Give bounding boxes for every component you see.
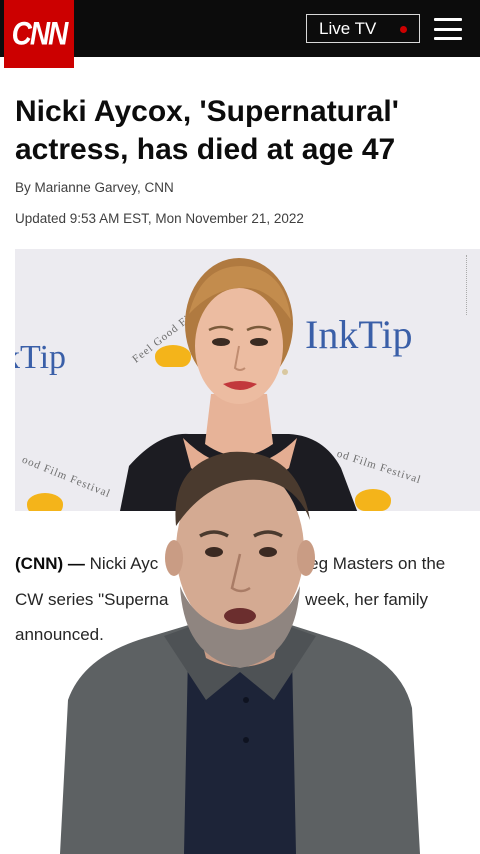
hamburger-icon[interactable] (434, 18, 462, 40)
article-headline: Nicki Aycox, 'Supernatural' actress, has… (15, 95, 399, 166)
menu-line (434, 27, 462, 31)
backdrop-logo-left: kTip (15, 339, 67, 376)
presenter-video-overlay (60, 451, 420, 854)
cnn-logo-text: CNN (11, 15, 69, 52)
live-tv-button[interactable]: Live TV (306, 14, 420, 43)
cnn-logo[interactable]: CNN (4, 0, 74, 68)
menu-line (434, 37, 462, 40)
article-byline[interactable]: By Marianne Garvey, CNN (15, 180, 174, 195)
live-tv-label: Live TV (319, 18, 377, 38)
article-timestamp: Updated 9:53 AM EST, Mon November 21, 20… (15, 211, 304, 226)
live-indicator-icon (400, 26, 407, 33)
sun-logo-icon (27, 493, 63, 511)
menu-line (434, 18, 462, 21)
photo-credit-mark (466, 255, 476, 315)
